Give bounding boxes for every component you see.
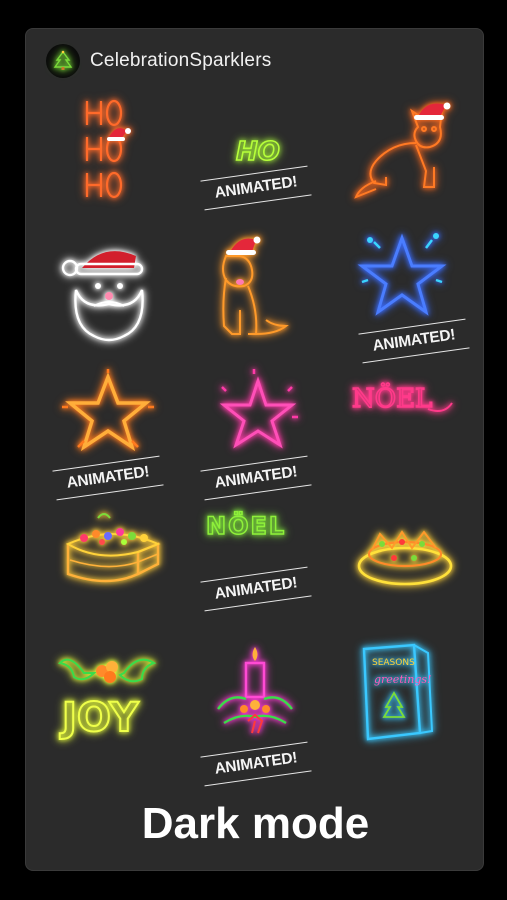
tart-art — [357, 530, 453, 586]
svg-text:HO: HO — [236, 137, 280, 167]
sticker-ho-ho-ho[interactable] — [36, 87, 182, 226]
sticker-pack-panel: CelebrationSparklers HO ANIMATED! ANIMAT… — [25, 28, 484, 871]
sticker-santa-face[interactable] — [36, 226, 182, 365]
sticker-tart-plate[interactable] — [328, 504, 474, 643]
sticker-noel-green[interactable]: NÖEL ANIMATED! — [182, 504, 328, 643]
dark-mode-caption: Dark mode — [141, 799, 370, 848]
app-name: CelebrationSparklers — [90, 50, 272, 71]
card-art: SEASONS greetings! — [362, 643, 434, 741]
animated-badge: ANIMATED! — [52, 455, 164, 501]
svg-text:greetings!: greetings! — [374, 673, 431, 686]
animated-badge: ANIMATED! — [200, 566, 312, 612]
sticker-dog-santa-hat[interactable] — [182, 226, 328, 365]
blue-star-art — [357, 233, 447, 316]
svg-text:NÖEL: NÖEL — [352, 382, 432, 414]
christmas-tree-icon[interactable] — [46, 44, 80, 78]
sticker-grid: HO ANIMATED! ANIMATED! ANIMATED! ANIMATE… — [36, 87, 476, 787]
orange-star-art — [62, 369, 154, 452]
sticker-blue-star[interactable]: ANIMATED! — [328, 226, 474, 365]
animated-badge: ANIMATED! — [358, 318, 470, 364]
svg-text:NÖEL: NÖEL — [206, 510, 286, 540]
cake-art — [65, 513, 161, 583]
sticker-cake[interactable] — [36, 504, 182, 643]
svg-text:SEASONS: SEASONS — [372, 658, 415, 668]
sticker-cat-santa-hat[interactable] — [328, 87, 474, 226]
joy-art: JOY — [57, 658, 157, 742]
santa-art — [61, 251, 144, 342]
animated-badge: ANIMATED! — [200, 455, 312, 501]
dog-art — [222, 236, 289, 335]
sticker-pack-header: CelebrationSparklers — [46, 43, 466, 79]
ho-art: HO — [235, 136, 280, 168]
candle-art — [217, 647, 293, 734]
cat-art — [354, 102, 451, 199]
animated-badge: ANIMATED! — [200, 741, 312, 787]
sticker-noel-pink[interactable]: NÖEL — [328, 365, 474, 504]
sticker-pink-star[interactable]: ANIMATED! — [182, 365, 328, 504]
sticker-joy-holly[interactable]: JOY — [36, 643, 182, 782]
noel-green-art: NÖEL — [205, 509, 286, 541]
pink-star-art — [219, 369, 298, 449]
sticker-ho-animated[interactable]: HO ANIMATED! — [182, 87, 328, 226]
ho-ho-ho-art — [85, 99, 131, 199]
sticker-seasons-greetings-card[interactable]: SEASONS greetings! — [328, 643, 474, 782]
animated-badge: ANIMATED! — [200, 165, 312, 211]
noel-pink-art: NÖEL — [351, 381, 453, 415]
sticker-orange-star[interactable]: ANIMATED! — [36, 365, 182, 504]
svg-text:JOY: JOY — [59, 695, 139, 741]
sticker-candle-wreath[interactable]: ANIMATED! — [182, 643, 328, 787]
